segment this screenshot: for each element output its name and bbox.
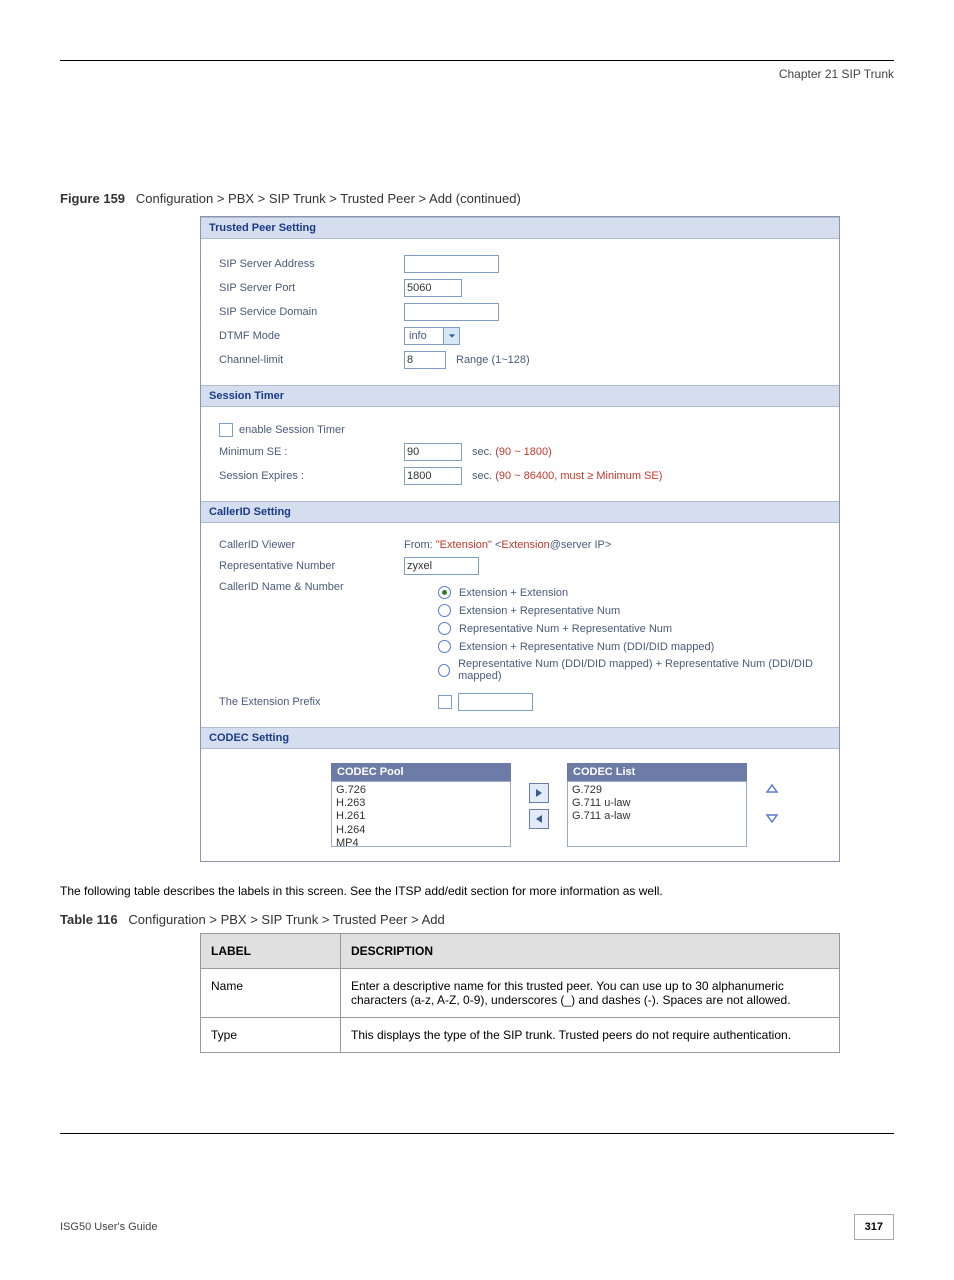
callerid-option-3[interactable]: Extension + Representative Num (DDI/DID … [404,640,827,653]
remove-codec-button[interactable] [529,809,549,829]
label-callerid-name-number: CallerID Name & Number [219,581,404,593]
label-enable-session-timer: enable Session Timer [239,424,345,436]
callerid-option-1[interactable]: Extension + Representative Num [404,604,827,617]
callerid-viewer-value: From: "Extension" <Extension@server IP> [404,539,611,551]
move-down-button[interactable] [765,810,779,827]
table-label: Table 116 [60,912,118,927]
callerid-option-label: Representative Num + Representative Num [459,623,672,635]
arrow-right-icon [534,788,544,798]
page-number: 317 [854,1214,894,1240]
enable-session-timer-checkbox[interactable] [219,423,233,437]
extension-prefix-input[interactable] [458,693,533,711]
description-table: LABEL DESCRIPTION Name Enter a descripti… [200,933,840,1053]
codec-list-header: CODEC List [567,763,747,781]
session-expires-input[interactable] [404,467,462,485]
dtmf-mode-value: info [405,330,443,342]
list-item[interactable]: MP4 [336,837,506,847]
extension-prefix-checkbox[interactable] [438,695,452,709]
list-item[interactable]: G.729 [572,784,742,797]
codec-pool-header: CODEC Pool [331,763,511,781]
codec-pool-list[interactable]: G.726 H.263 H.261 H.264 MP4 [331,781,511,847]
sip-service-domain-input[interactable] [404,303,499,321]
codec-list-column: CODEC List G.729 G.711 u-law G.711 a-law [567,763,747,847]
minimum-se-input[interactable] [404,443,462,461]
label-sip-server-port: SIP Server Port [219,282,404,294]
minimum-se-range: (90 ~ 1800) [495,446,552,458]
radio-icon [438,664,450,677]
table-title: Configuration > PBX > SIP Trunk > Truste… [128,912,444,927]
channel-limit-input[interactable] [404,351,446,369]
list-item[interactable]: H.263 [336,797,506,810]
label-channel-limit: Channel-limit [219,354,404,366]
channel-limit-hint: Range (1~128) [456,354,530,366]
arrow-left-icon [534,814,544,824]
section-codec: CODEC Setting [201,727,839,749]
label-session-expires: Session Expires : [219,470,404,482]
cell-label: Type [201,1018,341,1053]
representative-number-input[interactable] [404,557,479,575]
chapter-title: Chapter 21 SIP Trunk [0,67,894,81]
callerid-option-label: Representative Num (DDI/DID mapped) + Re… [458,658,827,682]
col-header-description: DESCRIPTION [341,934,840,969]
section-session-timer: Session Timer [201,385,839,407]
section-callerid: CallerID Setting [201,501,839,523]
radio-icon [438,640,451,653]
label-sip-server-address: SIP Server Address [219,258,404,270]
radio-icon [438,586,451,599]
cell-label: Name [201,969,341,1018]
table-caption: Table 116 Configuration > PBX > SIP Trun… [60,912,894,927]
chevron-down-icon [443,328,459,344]
callerid-option-4[interactable]: Representative Num (DDI/DID mapped) + Re… [404,658,827,682]
label-extension-prefix: The Extension Prefix [219,696,404,708]
minimum-se-unit: sec. [472,446,492,458]
move-up-button[interactable] [765,783,779,800]
col-header-label: LABEL [201,934,341,969]
callerid-option-label: Extension + Extension [459,587,568,599]
section-trusted-peer: Trusted Peer Setting [201,217,839,239]
config-panel: Trusted Peer Setting SIP Server Address … [200,216,840,862]
session-expires-unit: sec. [472,470,492,482]
label-dtmf-mode: DTMF Mode [219,330,404,342]
table-row: Name Enter a descriptive name for this t… [201,969,840,1018]
callerid-option-2[interactable]: Representative Num + Representative Num [404,622,827,635]
callerid-option-0[interactable]: Extension + Extension [404,586,827,599]
list-item[interactable]: G.711 a-law [572,810,742,823]
figure-caption: Figure 159 Configuration > PBX > SIP Tru… [60,191,894,206]
label-minimum-se: Minimum SE : [219,446,404,458]
label-sip-service-domain: SIP Service Domain [219,306,404,318]
codec-list[interactable]: G.729 G.711 u-law G.711 a-law [567,781,747,847]
radio-icon [438,604,451,617]
callerid-option-label: Extension + Representative Num [459,605,620,617]
session-expires-range: (90 ~ 86400, must ≥ Minimum SE) [495,470,662,482]
description-paragraph: The following table describes the labels… [60,882,894,900]
list-item[interactable]: H.261 [336,810,506,823]
cell-desc: Enter a descriptive name for this truste… [341,969,840,1018]
figure-label: Figure 159 [60,191,125,206]
figure-title: Configuration > PBX > SIP Trunk > Truste… [136,191,521,206]
list-item[interactable]: H.264 [336,824,506,837]
callerid-option-label: Extension + Representative Num (DDI/DID … [459,641,714,653]
label-representative-number: Representative Number [219,560,404,572]
cell-desc: This displays the type of the SIP trunk.… [341,1018,840,1053]
list-item[interactable]: G.711 u-law [572,797,742,810]
table-row: Type This displays the type of the SIP t… [201,1018,840,1053]
footer-book: ISG50 User's Guide [60,1221,157,1233]
sip-server-port-input[interactable] [404,279,462,297]
arrow-down-icon [765,810,779,824]
list-item[interactable]: G.726 [336,784,506,797]
label-callerid-viewer: CallerID Viewer [219,539,404,551]
radio-icon [438,622,451,635]
codec-pool-column: CODEC Pool G.726 H.263 H.261 H.264 MP4 [331,763,511,847]
add-codec-button[interactable] [529,783,549,803]
arrow-up-icon [765,783,779,797]
sip-server-address-input[interactable] [404,255,499,273]
dtmf-mode-select[interactable]: info [404,327,460,345]
